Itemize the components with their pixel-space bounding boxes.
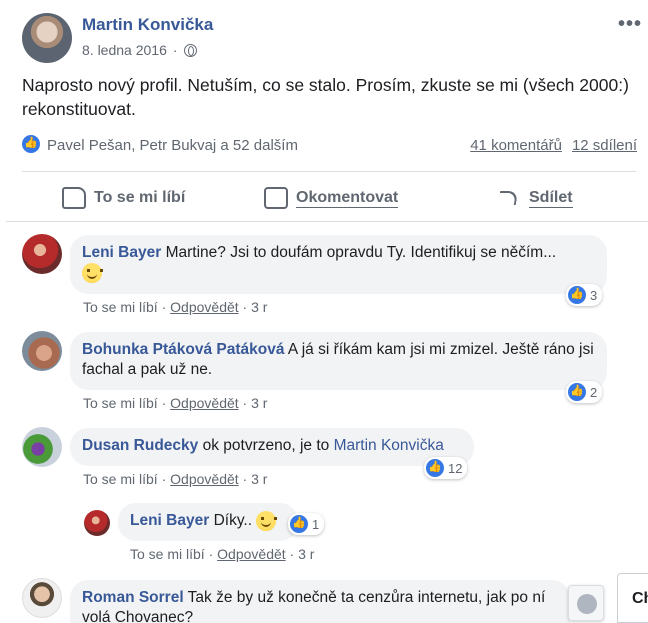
divider [22,171,636,172]
author-avatar[interactable] [22,13,72,63]
commenter-name[interactable]: Roman Sorrel [82,589,184,606]
comment-reply-link[interactable]: Odpovědět [170,299,239,315]
reaction-count: 1 [312,516,320,532]
comment-actions: To se mi líbí · Odpovědět · 3 r [83,299,268,315]
reactions-summary: Pavel Pešan, Petr Bukvaj a 52 dalším 41 … [22,135,637,159]
post-author-name[interactable]: Martin Konvička [82,15,213,35]
comment-actions: To se mi líbí · Odpovědět · 3 r [83,471,268,487]
comment-button[interactable]: Okomentovat [264,187,399,209]
comment-text: ok potvrzeno, je to [202,437,330,454]
comment-reply-link[interactable]: Odpovědět [217,546,286,562]
comment-bubble: Leni Bayer Díky.. [118,503,298,541]
likes-names[interactable]: Pavel Pešan, Petr Bukvaj a 52 dalším [47,137,298,154]
comment-text: Díky.. [213,512,253,530]
comment-time[interactable]: 3 r [251,471,267,487]
comment-like-link[interactable]: To se mi líbí [83,299,158,315]
like-reaction-icon [426,459,444,477]
comment-like-link[interactable]: To se mi líbí [130,546,205,562]
comment-text: Martine? Jsi to doufám opravdu Ty. Ident… [165,244,557,261]
reaction-count: 2 [590,384,598,400]
shares-count-link[interactable]: 12 sdílení [572,137,637,154]
action-bar: To se mi líbí Okomentovat Sdílet [22,173,636,221]
smiley-emoji-icon [256,511,278,531]
commenter-name[interactable]: Bohunka Ptáková Patáková [82,341,284,358]
like-reaction-icon [22,135,40,154]
mention-link[interactable]: Martin Konvička [334,437,444,454]
reaction-count: 12 [448,460,463,476]
commenter-name[interactable]: Dusan Rudecky [82,437,198,454]
comment-button-label: Okomentovat [296,188,399,208]
share-button[interactable]: Sdílet [497,187,573,209]
share-icon [497,187,521,209]
facebook-post: Martin Konvička 8. ledna 2016 · ••• Napr… [0,0,648,623]
post-date[interactable]: 8. ledna 2016 [82,42,167,58]
divider [6,221,648,222]
comment-reactions[interactable]: 2 [566,381,603,403]
globe-icon [577,594,597,614]
comment-bubble: Leni Bayer Martine? Jsi to doufám opravd… [70,235,607,294]
share-button-label: Sdílet [529,188,573,208]
like-button-label: To se mi líbí [94,189,186,206]
comment-reactions[interactable]: 3 [566,284,603,306]
comment-like-link[interactable]: To se mi líbí [83,471,158,487]
comment-like-link[interactable]: To se mi líbí [83,395,158,411]
thumbs-up-icon [62,187,86,209]
comment-time[interactable]: 3 r [251,299,267,315]
comment-actions: To se mi líbí · Odpovědět · 3 r [130,546,315,562]
post-meta: 8. ledna 2016 · [82,42,197,58]
comment-reply-link[interactable]: Odpovědět [170,471,239,487]
comment-bubble: Roman Sorrel Tak že by už konečně ta cen… [70,580,570,623]
comment-reply-link[interactable]: Odpovědět [170,395,239,411]
commenter-avatar[interactable] [22,578,62,618]
reaction-count: 3 [590,287,598,303]
comment-time[interactable]: 3 r [298,546,314,562]
commenter-avatar[interactable] [84,510,110,536]
like-reaction-icon [568,383,586,401]
comment-bubble: Dusan Rudecky ok potvrzeno, je to Martin… [70,428,474,466]
commenter-name[interactable]: Leni Bayer [82,244,161,261]
commenter-avatar[interactable] [22,331,62,371]
globe-icon [183,43,197,57]
more-options-icon[interactable]: ••• [618,13,642,36]
comment-icon [264,187,288,209]
commenter-avatar[interactable] [22,427,62,467]
like-reaction-icon [290,515,308,533]
post-text: Naprosto nový profil. Netuším, co se sta… [22,75,629,119]
globe-button[interactable] [568,585,604,621]
comment-bubble: Bohunka Ptáková Patáková A já si říkám k… [70,332,607,390]
commenter-avatar[interactable] [22,234,62,274]
comment-reactions[interactable]: 12 [424,457,468,479]
smiley-emoji-icon [82,263,103,283]
meta-separator: · [172,42,178,58]
comments-count-link[interactable]: 41 komentářů [470,137,562,154]
like-reaction-icon [568,286,586,304]
like-button[interactable]: To se mi líbí [62,187,185,209]
comment-reactions[interactable]: 1 [288,513,325,535]
comment-actions: To se mi líbí · Odpovědět · 3 r [83,395,268,411]
commenter-name[interactable]: Leni Bayer [130,512,209,529]
chat-tab[interactable]: Ch [617,573,648,623]
counts: 41 komentářů 12 sdílení [470,137,637,154]
comment-time[interactable]: 3 r [251,395,267,411]
